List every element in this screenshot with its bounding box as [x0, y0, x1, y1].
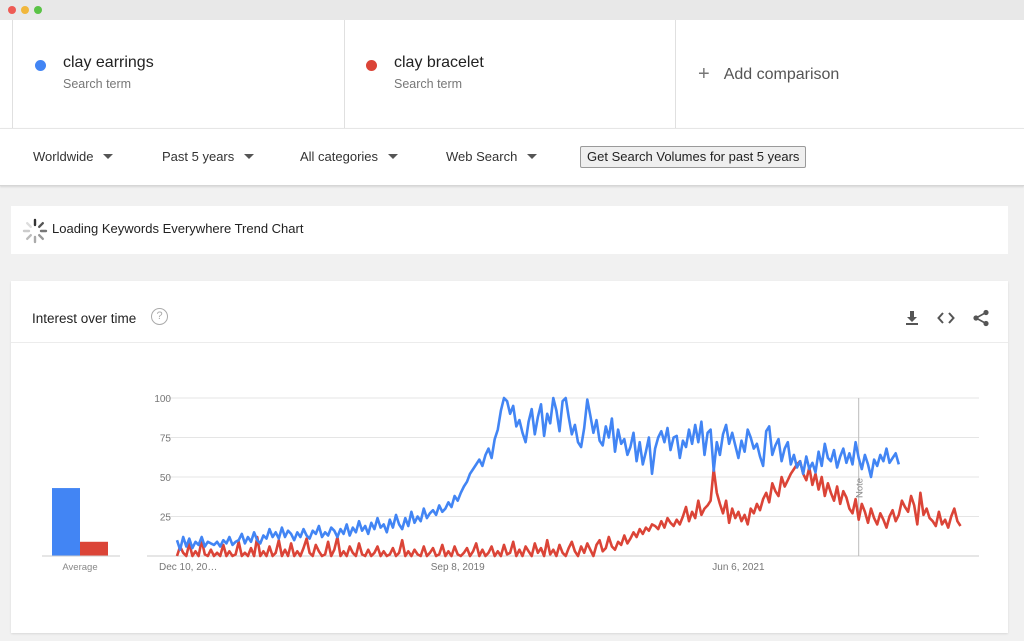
- window-maximize-icon[interactable]: [34, 6, 42, 14]
- term-2-subtitle: Search term: [394, 77, 463, 91]
- window-minimize-icon[interactable]: [21, 6, 29, 14]
- help-icon[interactable]: ?: [151, 308, 168, 325]
- interest-over-time-card: Interest over time ? 100 75 50 25 Average N…: [11, 281, 1008, 633]
- card-title: Interest over time: [32, 311, 137, 326]
- term-2-color-dot: [366, 60, 377, 71]
- region-dropdown[interactable]: Worldwide: [33, 149, 114, 164]
- region-value: Worldwide: [33, 149, 94, 164]
- trends-page: clay earrings Search term clay bracelet …: [0, 20, 1024, 641]
- period-value: Past 5 years: [162, 149, 235, 164]
- share-icon[interactable]: [972, 309, 990, 327]
- keywords-everywhere-panel: Loading Keywords Everywhere Trend Chart: [11, 206, 1008, 254]
- search-term-2[interactable]: clay bracelet Search term: [344, 20, 676, 128]
- plus-icon: +: [698, 63, 710, 85]
- series-line-clay-bracelet: [175, 459, 962, 558]
- x-tick-label: Dec 10, 20…: [159, 562, 217, 573]
- category-dropdown[interactable]: All categories: [300, 149, 399, 164]
- term-1-subtitle: Search term: [63, 77, 132, 91]
- search-term-1[interactable]: clay earrings Search term: [12, 20, 345, 128]
- average-bar-1: [52, 488, 80, 556]
- search-type-value: Web Search: [446, 149, 518, 164]
- y-tick-label: 100: [154, 394, 171, 405]
- loading-spinner-icon: [22, 218, 48, 244]
- term-1-color-dot: [35, 60, 46, 71]
- chevron-down-icon: [388, 154, 399, 159]
- chevron-down-icon: [244, 154, 255, 159]
- y-tick-label: 50: [160, 473, 172, 484]
- y-tick-label: 75: [160, 434, 172, 445]
- chevron-down-icon: [103, 154, 114, 159]
- x-tick-label: Sep 8, 2019: [431, 562, 485, 573]
- average-label: Average: [62, 562, 97, 573]
- chevron-down-icon: [527, 154, 538, 159]
- filter-bar: Worldwide Past 5 years All categories We…: [0, 128, 1024, 186]
- download-icon[interactable]: [903, 309, 921, 327]
- average-bar-2: [80, 541, 108, 556]
- term-1-name[interactable]: clay earrings: [63, 54, 154, 72]
- category-value: All categories: [300, 149, 379, 164]
- term-2-name[interactable]: clay bracelet: [394, 54, 484, 72]
- embed-icon[interactable]: [937, 309, 955, 327]
- window-close-icon[interactable]: [8, 6, 16, 14]
- search-type-dropdown[interactable]: Web Search: [446, 149, 538, 164]
- add-comparison-label: Add comparison: [723, 66, 840, 83]
- get-search-volumes-button[interactable]: Get Search Volumes for past 5 years: [580, 146, 807, 168]
- window-titlebar: [0, 0, 1024, 20]
- y-tick-label: 25: [160, 513, 172, 524]
- trend-chart: 100 75 50 25 Average Note Dec 10, 20… Sep 8,…: [42, 394, 979, 573]
- loading-text: Loading Keywords Everywhere Trend Chart: [52, 221, 304, 236]
- search-terms-bar: clay earrings Search term clay bracelet …: [0, 20, 1024, 128]
- period-dropdown[interactable]: Past 5 years: [162, 149, 255, 164]
- add-comparison-button[interactable]: + Add comparison: [698, 62, 839, 85]
- note-label: Note: [855, 478, 866, 498]
- x-tick-label: Jun 6, 2021: [712, 562, 765, 573]
